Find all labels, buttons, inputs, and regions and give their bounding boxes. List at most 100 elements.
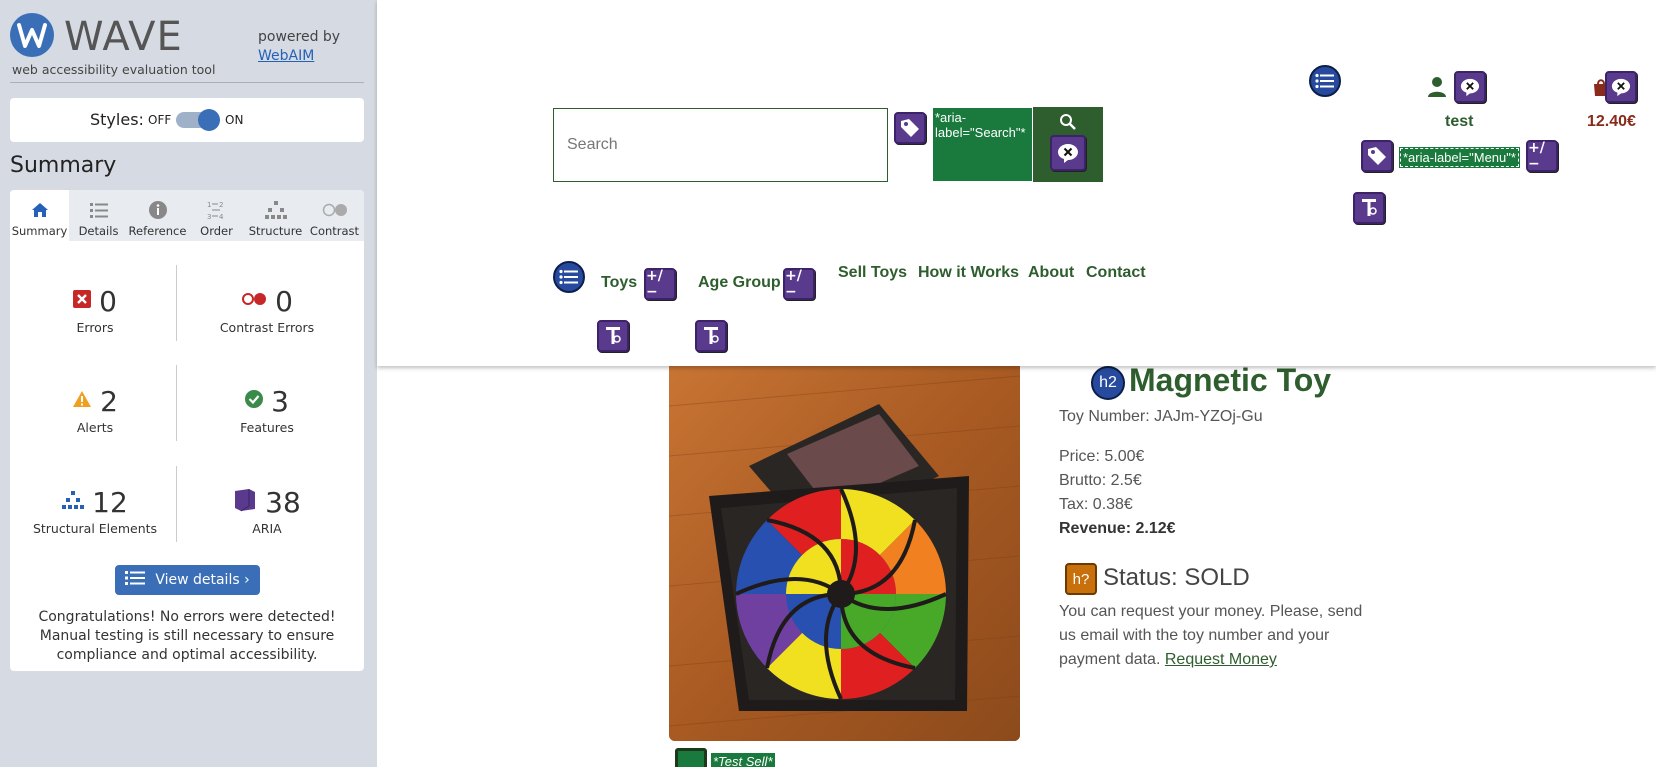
wave-tagline: web accessibility evaluation tool <box>12 62 216 77</box>
user-name[interactable]: test <box>1445 113 1473 131</box>
tab-label: Structure <box>248 224 303 238</box>
structure-icon <box>246 198 305 222</box>
tab-label: Summary <box>11 224 68 238</box>
toggle-knob[interactable] <box>198 109 220 131</box>
svg-text:4: 4 <box>219 213 224 221</box>
styles-on-label: ON <box>225 113 244 127</box>
tab-label: Details <box>78 224 119 238</box>
svg-text:2: 2 <box>219 201 223 209</box>
view-details-label: View details › <box>155 572 250 588</box>
wave-tap-icon[interactable] <box>695 320 727 352</box>
tab-structure[interactable]: Structure <box>246 190 305 241</box>
nav-how-it-works[interactable]: How it Works <box>918 264 1019 282</box>
nav-toys[interactable]: Toys <box>601 274 637 292</box>
webaim-link[interactable]: WebAIM <box>258 48 314 64</box>
tab-order[interactable]: 1234 Order <box>187 190 246 241</box>
website: h2 Magnetic Toy Toy Number: JAJm-YZOj-Gu… <box>377 0 1656 767</box>
wave-aria-alert-icon[interactable] <box>1454 71 1486 103</box>
wave-label-tag-icon[interactable] <box>1361 140 1393 172</box>
wave-heading-alert-badge[interactable]: h? <box>1065 563 1097 595</box>
request-money-link[interactable]: Request Money <box>1165 651 1277 668</box>
wave-tabs: Summary Details Reference 1234 Order Str… <box>10 190 364 241</box>
aria-label: ARIA <box>252 521 282 536</box>
search-input[interactable]: Search <box>553 108 888 182</box>
nav-contact[interactable]: Contact <box>1086 264 1146 282</box>
menu-aria-label: *aria-label="Menu"* <box>1399 147 1520 168</box>
errors-label: Errors <box>76 320 114 335</box>
structural-label: Structural Elements <box>32 521 158 536</box>
powered-by-label: powered by <box>258 29 341 45</box>
product-description: You can request your money. Please, send… <box>1059 600 1369 672</box>
aria-stat[interactable]: 38 ARIA <box>187 484 347 536</box>
tab-label: Contrast <box>309 224 360 238</box>
wave-brand: WAVE <box>64 14 183 60</box>
wave-expand-icon[interactable]: +/− <box>1526 140 1558 172</box>
wave-sidebar: WAVE web accessibility evaluation tool p… <box>0 0 377 767</box>
structure-icon <box>62 490 85 514</box>
alerts-stat[interactable]: 2 Alerts <box>15 383 175 435</box>
alert-icon <box>72 390 92 413</box>
wave-tap-icon[interactable] <box>1353 192 1385 224</box>
wave-aria-alert-icon[interactable] <box>1050 135 1086 171</box>
user-icon[interactable] <box>1427 76 1447 103</box>
tab-summary[interactable]: Summary <box>10 190 69 241</box>
contrast-errors-stat[interactable]: 0 Contrast Errors <box>187 283 347 336</box>
divider <box>176 265 177 341</box>
tab-contrast[interactable]: Contrast <box>305 190 364 241</box>
view-details-button[interactable]: View details › <box>115 565 260 595</box>
wave-aria-alert-icon[interactable] <box>1605 71 1637 103</box>
wave-list-icon[interactable] <box>1309 65 1341 97</box>
errors-stat[interactable]: 0 Errors <box>15 283 175 335</box>
wave-tap-icon[interactable] <box>597 320 629 352</box>
wave-label-tag-icon[interactable] <box>894 112 926 144</box>
svg-text:3: 3 <box>207 213 211 221</box>
alerts-label: Alerts <box>76 420 114 435</box>
tab-label: Reference <box>128 224 187 238</box>
image-alt-text: *Test Sell* <box>711 752 775 767</box>
summary-heading: Summary <box>10 153 117 178</box>
contrast-errors-label: Contrast Errors <box>219 320 315 335</box>
search-placeholder: Search <box>567 136 618 153</box>
list-icon <box>125 570 146 590</box>
aria-icon <box>233 488 257 517</box>
tab-reference[interactable]: Reference <box>128 190 187 241</box>
styles-label: Styles: <box>90 110 144 129</box>
search-button[interactable] <box>1033 107 1103 182</box>
price: Price: 5.00€ <box>1059 448 1145 465</box>
styles-toggle-panel: Styles: OFF ON <box>10 98 364 142</box>
cart-total[interactable]: 12.40€ <box>1587 113 1636 131</box>
image-alt-icon <box>675 748 707 767</box>
tab-details[interactable]: Details <box>69 190 128 241</box>
contrast-error-icon <box>241 292 267 311</box>
divider <box>176 365 177 441</box>
contrast-icon <box>305 198 364 222</box>
search-aria-label: *aria-label="Search"* <box>933 108 1032 181</box>
structural-stat[interactable]: 12 Structural Elements <box>15 484 175 537</box>
styles-toggle[interactable] <box>176 109 220 131</box>
alerts-count: 2 <box>100 384 118 418</box>
home-icon <box>10 198 69 222</box>
svg-text:1: 1 <box>207 201 211 209</box>
structural-count: 12 <box>92 485 128 519</box>
features-label: Features <box>240 420 294 435</box>
wave-h2-badge[interactable]: h2 <box>1091 366 1125 400</box>
tax: Tax: 0.38€ <box>1059 496 1133 513</box>
order-icon: 1234 <box>187 198 246 222</box>
wave-expand-icon[interactable]: +/− <box>783 268 815 300</box>
brutto: Brutto: 2.5€ <box>1059 472 1142 489</box>
nav-about[interactable]: About <box>1028 264 1074 282</box>
site-header: Search *aria-label="Search"* test 12.40€ <box>377 0 1656 366</box>
product-status: Status: SOLD <box>1103 564 1250 591</box>
toy-number: Toy Number: JAJm-YZOj-Gu <box>1059 408 1263 425</box>
features-stat[interactable]: 3 Features <box>187 383 347 436</box>
nav-age-group[interactable]: Age Group <box>698 274 781 292</box>
divider <box>176 466 177 542</box>
styles-off-label: OFF <box>148 113 172 127</box>
wave-list-icon[interactable] <box>553 261 585 293</box>
feature-check-icon <box>245 389 264 413</box>
divider <box>10 82 364 83</box>
contrast-errors-count: 0 <box>275 284 293 318</box>
wave-expand-icon[interactable]: +/− <box>644 268 676 300</box>
image-alt-annotation[interactable]: *Test Sell* <box>675 748 775 767</box>
nav-sell-toys[interactable]: Sell Toys <box>838 264 907 282</box>
